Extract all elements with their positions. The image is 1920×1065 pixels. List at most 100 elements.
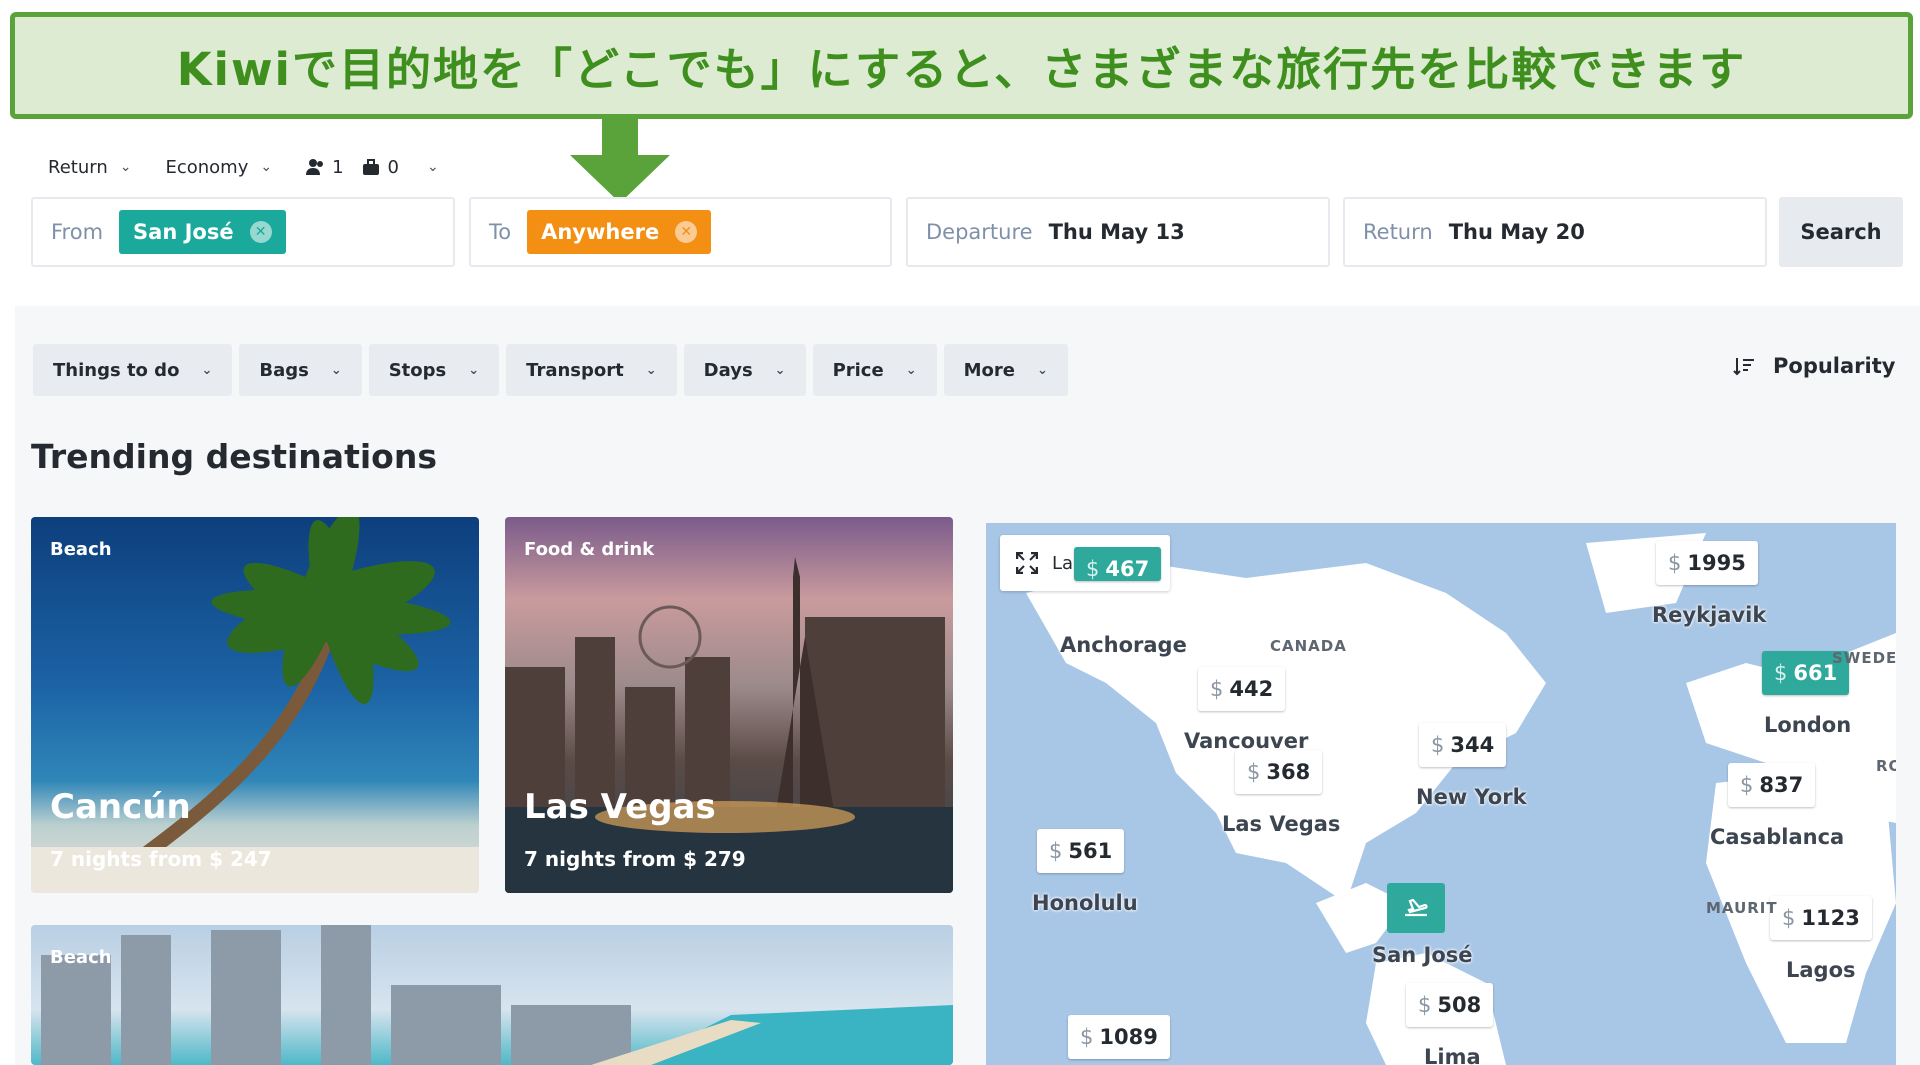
pin-price: 508	[1437, 993, 1482, 1017]
return-field[interactable]: Return Thu May 20	[1343, 197, 1767, 267]
chevron-down-icon: ⌄	[774, 362, 786, 378]
passengers-bags-select[interactable]: 1 0 ⌄	[306, 157, 439, 178]
sort-icon	[1733, 358, 1754, 376]
currency-symbol: $	[1049, 839, 1063, 863]
trip-options-bar: Return ⌄ Economy ⌄ 1 0 ⌄	[48, 152, 473, 182]
return-value: Thu May 20	[1448, 220, 1585, 244]
chevron-down-icon: ⌄	[645, 362, 657, 378]
city-label: Anchorage	[1060, 633, 1187, 657]
filter-bags[interactable]: Bags ⌄	[239, 344, 362, 396]
sort-select[interactable]: Popularity	[1733, 354, 1895, 378]
destination-card[interactable]: Beach	[31, 925, 953, 1065]
currency-symbol: $	[1774, 661, 1788, 685]
region-label: RO	[1876, 757, 1896, 775]
filter-label: Days	[703, 359, 753, 381]
chevron-down-icon: ⌄	[330, 362, 342, 378]
card-category: Beach	[50, 539, 112, 560]
remove-to-icon[interactable]: ✕	[675, 221, 698, 243]
pin-price: 1089	[1099, 1025, 1158, 1049]
pin-price: 561	[1068, 839, 1113, 863]
bag-icon	[362, 159, 379, 175]
origin-marker[interactable]	[1387, 883, 1445, 933]
price-pin-highlighted[interactable]: $467	[1074, 547, 1162, 581]
currency-symbol: $	[1431, 733, 1445, 757]
city-label: San José	[1372, 943, 1473, 967]
currency-symbol: $	[1782, 906, 1796, 930]
currency-symbol: $	[1210, 677, 1224, 701]
filter-price[interactable]: Price ⌄	[812, 344, 937, 396]
filter-label: Price	[832, 359, 884, 381]
trip-type-label: Return	[48, 156, 108, 178]
to-chip[interactable]: Anywhere ✕	[527, 210, 712, 254]
departure-field[interactable]: Departure Thu May 13	[906, 197, 1330, 267]
filter-things-to-do[interactable]: Things to do ⌄	[33, 344, 233, 396]
currency-symbol: $	[1080, 1025, 1094, 1049]
beach-city-image	[41, 925, 953, 1065]
destinations-map[interactable]: Large map $1995 Reykjavik $661 London $4…	[986, 523, 1896, 1065]
chevron-down-icon: ⌄	[427, 159, 439, 175]
city-label: Lagos	[1786, 958, 1856, 982]
price-pin[interactable]: $368	[1235, 750, 1323, 794]
pin-price: 1995	[1687, 551, 1746, 575]
pin-price: 368	[1266, 760, 1311, 784]
remove-from-icon[interactable]: ✕	[249, 221, 272, 243]
filter-transport[interactable]: Transport ⌄	[506, 344, 677, 396]
to-field[interactable]: To Anywhere ✕	[469, 197, 892, 267]
chevron-down-icon: ⌄	[260, 159, 273, 175]
chevron-down-icon: ⌄	[1036, 362, 1048, 378]
region-label: CANADA	[1270, 637, 1347, 655]
card-price: 7 nights from $ 279	[524, 847, 746, 871]
filter-label: Stops	[388, 359, 447, 381]
price-pin[interactable]: $508	[1406, 983, 1494, 1027]
currency-symbol: $	[1418, 993, 1432, 1017]
filter-days[interactable]: Days ⌄	[683, 344, 806, 396]
price-pin[interactable]: $561	[1037, 829, 1125, 873]
region-label: SWEDEN	[1832, 649, 1896, 667]
price-pin[interactable]: $1995	[1656, 541, 1758, 585]
to-label: To	[489, 220, 512, 244]
currency-symbol: $	[1740, 773, 1754, 797]
pin-price: 344	[1450, 733, 1495, 757]
pin-price: 1123	[1801, 906, 1860, 930]
chevron-down-icon: ⌄	[468, 362, 480, 378]
card-price: 7 nights from $ 247	[50, 847, 272, 871]
filter-more[interactable]: More ⌄	[943, 344, 1068, 396]
from-label: From	[51, 220, 104, 244]
price-pin[interactable]: $344	[1419, 723, 1507, 767]
price-pin[interactable]: $1123	[1770, 896, 1872, 940]
from-field[interactable]: From San José ✕	[31, 197, 455, 267]
currency-symbol: $	[1086, 557, 1100, 581]
filter-stops[interactable]: Stops ⌄	[368, 344, 500, 396]
filter-label: Transport	[526, 359, 624, 381]
city-label: London	[1764, 713, 1852, 737]
price-pin[interactable]: $837	[1728, 763, 1816, 807]
trip-type-select[interactable]: Return ⌄	[48, 157, 131, 178]
search-button[interactable]: Search	[1779, 197, 1903, 267]
city-label: Lima	[1424, 1045, 1481, 1065]
filter-label: More	[963, 359, 1015, 381]
departure-value: Thu May 13	[1048, 220, 1185, 244]
cabin-class-select[interactable]: Economy ⌄	[165, 157, 272, 178]
destination-card[interactable]: Food & drink Las Vegas 7 nights from $ 2…	[505, 517, 953, 893]
city-label: Las Vegas	[1222, 812, 1341, 836]
expand-icon	[1016, 552, 1038, 574]
section-title: Trending destinations	[31, 437, 437, 476]
filter-bar: Things to do ⌄ Bags ⌄ Stops ⌄ Transport ⌄ Da…	[33, 344, 1068, 396]
cabin-class-label: Economy	[165, 156, 249, 178]
from-chip[interactable]: San José ✕	[119, 210, 286, 254]
to-chip-label: Anywhere	[541, 220, 660, 244]
card-category: Beach	[50, 947, 112, 968]
city-label: New York	[1416, 785, 1527, 809]
price-pin[interactable]: $442	[1198, 667, 1286, 711]
bag-count: 0	[387, 156, 399, 178]
banner-text: Kiwiで目的地を「どこでも」にすると、さまざまな旅行先を比較できます	[176, 43, 1747, 96]
palm-tree-image	[31, 517, 479, 893]
pin-price: 661	[1793, 661, 1838, 685]
passenger-count: 1	[332, 156, 344, 178]
currency-symbol: $	[1668, 551, 1682, 575]
currency-symbol: $	[1247, 760, 1261, 784]
price-pin[interactable]: $1089	[1068, 1015, 1170, 1059]
card-city: Las Vegas	[524, 787, 716, 827]
passenger-icon	[306, 159, 324, 175]
destination-card[interactable]: Beach Cancún 7 nights from $ 247	[31, 517, 479, 893]
